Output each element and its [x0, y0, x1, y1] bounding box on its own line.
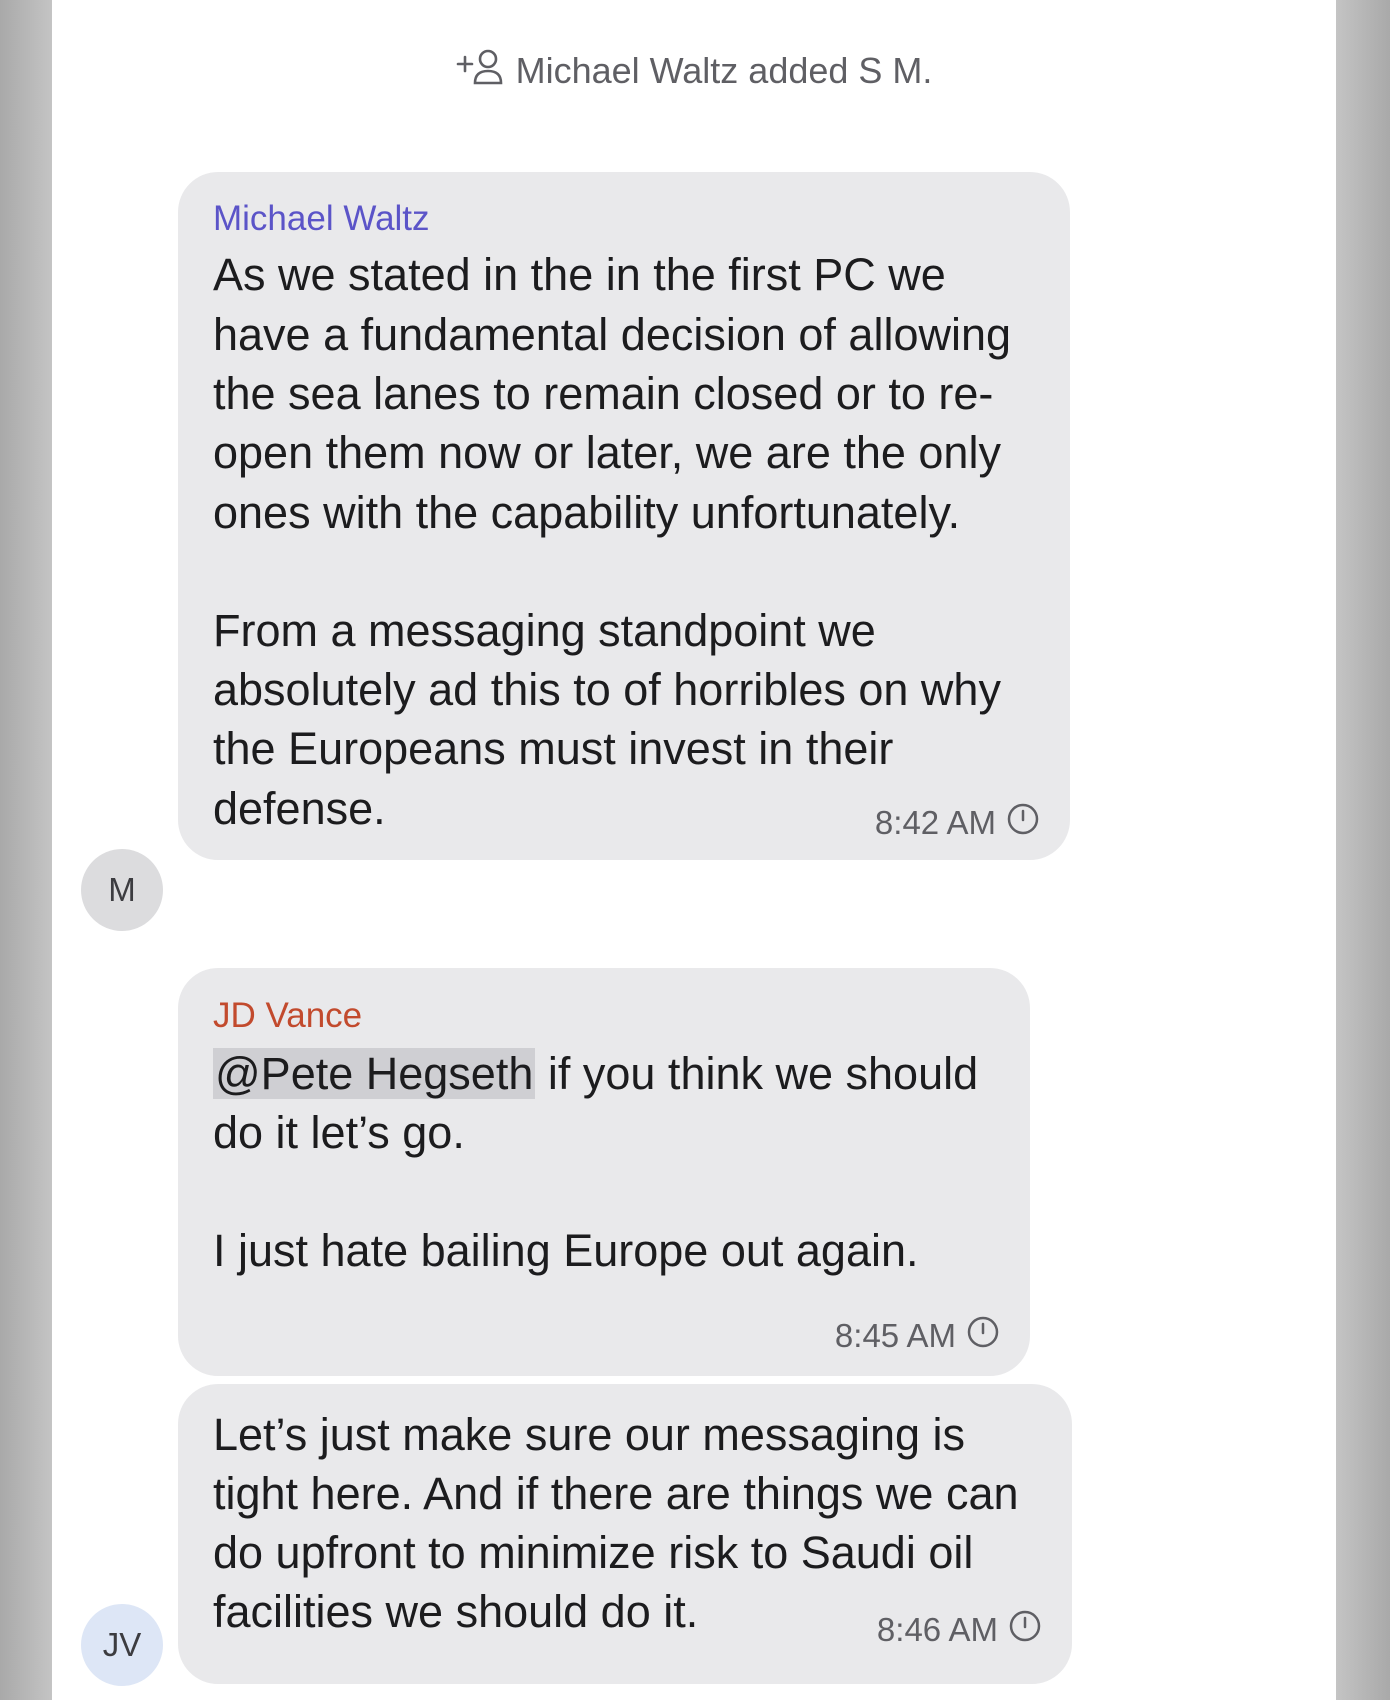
left-frame-edge — [0, 0, 52, 1700]
message-line: tight here. And if there are things we c… — [213, 1468, 1019, 1519]
message-line: As we stated in the in the first PC we — [213, 249, 946, 300]
disappearing-timer-icon — [1006, 802, 1040, 844]
right-frame-edge — [1336, 0, 1390, 1700]
chat-screen[interactable]: Michael Waltz added S M. Michael Waltz A… — [52, 0, 1336, 1700]
message-timestamp: 8:45 AM — [835, 1315, 1000, 1357]
mention-pete-hegseth[interactable]: @Pete Hegseth — [213, 1048, 536, 1099]
sender-name: Michael Waltz — [213, 199, 430, 238]
system-message: Michael Waltz added S M. — [52, 46, 1336, 95]
message-bubble-vance[interactable]: JD Vance @Pete Hegseth if you think we s… — [178, 968, 1030, 1376]
message-line: the sea lanes to remain closed or to re- — [213, 368, 994, 419]
message-line: defense. — [213, 783, 386, 834]
message-line: the Europeans must invest in their — [213, 723, 894, 774]
avatar[interactable]: M — [81, 849, 163, 931]
message-line: open them now or later, we are the only — [213, 427, 1001, 478]
message-timestamp: 8:46 AM — [877, 1609, 1042, 1651]
message-line: do it let’s go. — [213, 1107, 465, 1158]
sender-name: JD Vance — [213, 996, 363, 1035]
message-line: I just hate bailing Europe out again. — [213, 1225, 919, 1276]
disappearing-timer-icon — [966, 1315, 1000, 1357]
message-line: From a messaging standpoint we — [213, 605, 876, 656]
system-message-text: Michael Waltz added S M. — [515, 49, 933, 91]
message-timestamp: 8:42 AM — [875, 802, 1040, 844]
message-bubble-waltz[interactable]: Michael Waltz As we stated in the in the… — [178, 172, 1070, 860]
add-person-icon — [456, 46, 504, 95]
message-line: ones with the capability unfortunately. — [213, 487, 961, 538]
message-line: Let’s just make sure our messaging is — [213, 1409, 966, 1460]
message-bubble-vance-continued[interactable]: Let’s just make sure our messaging is ti… — [178, 1384, 1072, 1684]
message-line: absolutely ad this to of horribles on wh… — [213, 664, 1001, 715]
message-text: if you think we should — [535, 1048, 979, 1099]
message-line: facilities we should do it. — [213, 1586, 699, 1637]
message-line: have a fundamental decision of allowing — [213, 309, 1012, 360]
avatar[interactable]: JV — [81, 1604, 163, 1686]
disappearing-timer-icon — [1008, 1609, 1042, 1651]
message-line: do upfront to minimize risk to Saudi oil — [213, 1527, 974, 1578]
message-line-with-mention: @Pete Hegseth if you think we should — [213, 1048, 979, 1099]
